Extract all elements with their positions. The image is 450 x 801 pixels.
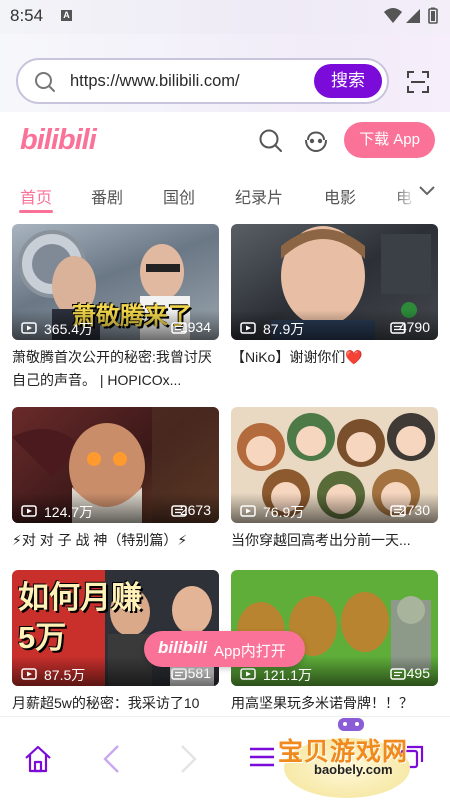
danmaku-icon xyxy=(390,667,406,685)
video-thumbnail[interactable]: 萧敬腾来了 365.4万 1934 xyxy=(12,224,219,340)
video-thumbnail[interactable]: 124.7万 2673 xyxy=(12,407,219,523)
site-header: bilibili 下载 App xyxy=(0,112,450,168)
view-count: 121.1万 xyxy=(263,667,313,683)
video-stats: 87.9万 4790 xyxy=(231,310,438,340)
danmaku-count: 2673 xyxy=(179,502,211,518)
play-icon xyxy=(240,321,256,339)
status-time: 8:54 xyxy=(10,6,44,25)
video-thumbnail[interactable]: 87.9万 4790 xyxy=(231,224,438,340)
video-title[interactable]: 萧敬腾首次公开的秘密:我曾讨厌自己的声音。 | HOPICOx... xyxy=(12,346,219,392)
danmaku-count: 1934 xyxy=(179,319,211,335)
play-icon xyxy=(21,667,37,685)
status-bar: 8:54 A xyxy=(0,0,450,34)
tab-home[interactable]: 首页 xyxy=(20,184,52,208)
search-button[interactable]: 搜索 xyxy=(314,64,382,98)
play-icon xyxy=(240,504,256,522)
view-count: 365.4万 xyxy=(44,321,94,337)
download-app-button[interactable]: 下载 App xyxy=(344,122,435,158)
view-count: 87.5万 xyxy=(44,667,86,683)
chevron-down-icon[interactable] xyxy=(418,184,436,203)
danmaku-count: 4790 xyxy=(398,319,430,335)
menu-icon[interactable] xyxy=(248,743,276,776)
video-title[interactable]: 月薪超5w的秘密：我采访了10 xyxy=(12,692,219,715)
view-count: 124.7万 xyxy=(44,504,94,520)
view-count: 76.9万 xyxy=(263,504,305,520)
search-icon[interactable] xyxy=(258,128,284,159)
tab-documentary[interactable]: 纪录片 xyxy=(235,184,283,208)
home-icon[interactable] xyxy=(22,743,54,780)
address-bar[interactable]: https://www.bilibili.com/ 搜索 xyxy=(16,58,389,104)
video-title[interactable]: 【NiKo】谢谢你们❤️ xyxy=(231,346,438,369)
danmaku-count: 581 xyxy=(187,665,211,681)
play-icon xyxy=(21,321,37,339)
video-thumbnail[interactable]: 76.9万 2730 xyxy=(231,407,438,523)
video-title[interactable]: 当你穿越回高考出分前一天... xyxy=(231,529,438,552)
video-card[interactable]: 萧敬腾来了 365.4万 1934 萧敬腾首次公开的秘密:我曾讨厌自己的声音。 … xyxy=(12,224,219,392)
video-card[interactable]: 87.9万 4790 【NiKo】谢谢你们❤️ xyxy=(231,224,438,369)
browser-toolbar: https://www.bilibili.com/ 搜索 xyxy=(0,34,450,112)
open-in-app-button[interactable]: bilibili App内打开 xyxy=(144,631,305,667)
danmaku-count: 495 xyxy=(406,665,430,681)
video-title[interactable]: 用高坚果玩多米诺骨牌！！？ xyxy=(231,692,438,715)
search-icon xyxy=(34,71,56,98)
user-icon[interactable] xyxy=(302,126,330,159)
tab-movie[interactable]: 电影 xyxy=(324,184,356,208)
wifi-signal-battery-icon xyxy=(384,7,438,24)
danmaku-count: 2730 xyxy=(398,502,430,518)
active-tab-indicator xyxy=(19,210,53,213)
video-card[interactable]: 124.7万 2673 ⚡对 对 子 战 神（特别篇）⚡ xyxy=(12,407,219,552)
video-stats: 365.4万 1934 xyxy=(12,310,219,340)
danmaku-icon xyxy=(171,667,187,685)
video-thumbnail[interactable]: 如何月赚5万 87.5万 581 xyxy=(12,570,219,686)
video-stats: 76.9万 2730 xyxy=(231,493,438,523)
video-card[interactable]: 76.9万 2730 当你穿越回高考出分前一天... xyxy=(231,407,438,552)
forward-icon[interactable] xyxy=(176,743,200,780)
url-text[interactable]: https://www.bilibili.com/ xyxy=(70,72,240,91)
video-stats: 124.7万 2673 xyxy=(12,493,219,523)
play-icon xyxy=(240,667,256,685)
notification-icon: A xyxy=(61,10,72,21)
bilibili-logo[interactable]: bilibili xyxy=(20,124,97,157)
scan-icon[interactable] xyxy=(406,70,430,99)
open-in-app-label: App内打开 xyxy=(214,643,286,660)
status-icons xyxy=(382,6,442,31)
back-icon[interactable] xyxy=(100,743,124,780)
view-count: 87.9万 xyxy=(263,321,305,337)
tab-guochuang[interactable]: 国创 xyxy=(163,184,195,208)
video-thumbnail[interactable]: 121.1万 495 xyxy=(231,570,438,686)
play-icon xyxy=(21,504,37,522)
thumbnail-overlay-text: 如何月赚5万 xyxy=(18,580,142,655)
tab-anime[interactable]: 番剧 xyxy=(91,184,123,208)
bilibili-logo: bilibili xyxy=(158,638,208,657)
video-title[interactable]: ⚡对 对 子 战 神（特别篇）⚡ xyxy=(12,529,219,552)
site-watermark: 宝贝游戏网 baobely.com xyxy=(276,716,450,800)
watermark-domain: baobely.com xyxy=(314,762,393,777)
category-tabs: 首页 番剧 国创 纪录片 电影 电 xyxy=(0,168,450,216)
